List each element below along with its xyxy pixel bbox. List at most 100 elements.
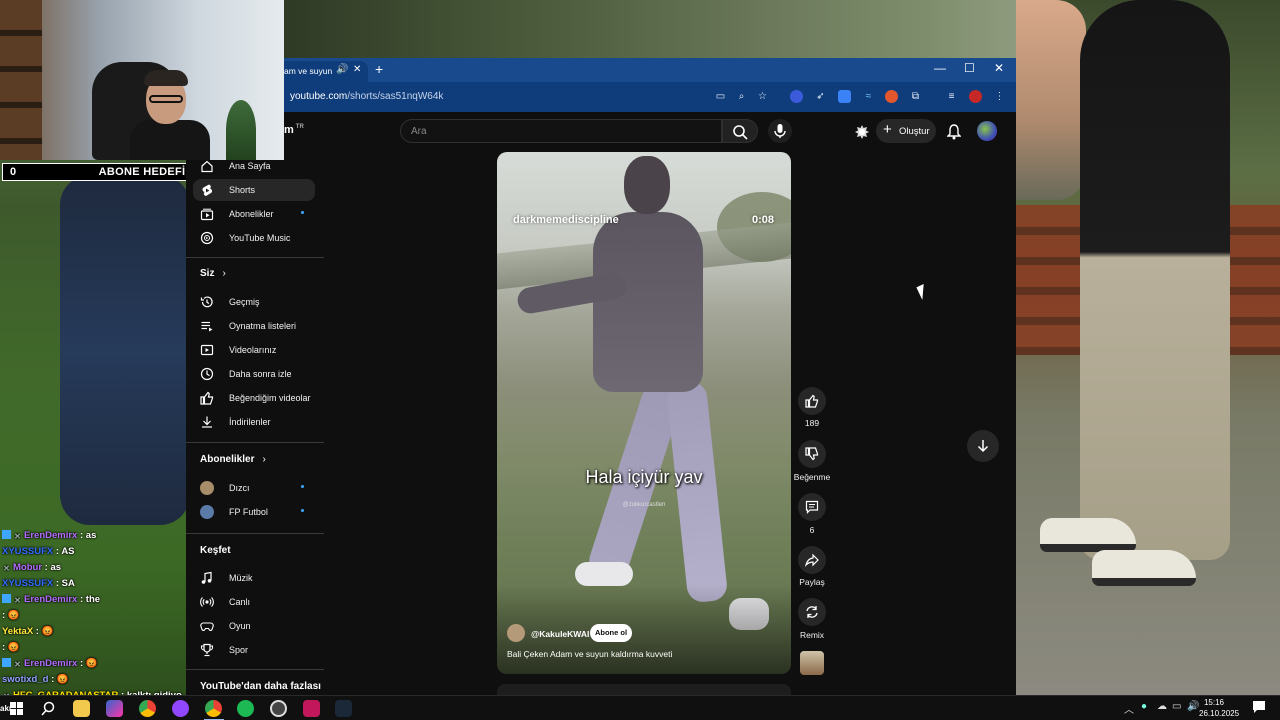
streamer-hair xyxy=(144,70,188,86)
new-content-dot xyxy=(301,211,304,214)
chat-username[interactable]: Mobur xyxy=(13,562,42,573)
author-avatar[interactable] xyxy=(507,624,525,642)
chrome-active-icon[interactable] xyxy=(205,700,222,717)
cast-icon[interactable]: ▭ xyxy=(714,90,727,103)
chat-username[interactable]: ErenDemirx xyxy=(24,530,77,541)
author-name[interactable]: @KakuleKWAI xyxy=(531,629,589,639)
bell-icon[interactable] xyxy=(947,124,961,140)
subscribe-button[interactable]: Abone ol xyxy=(590,624,632,642)
url-field[interactable]: youtube.com/shorts/sas51nqW64k xyxy=(290,91,443,102)
next-short-button[interactable] xyxy=(967,430,999,462)
sidebar-item-channel-0[interactable]: Dızcı xyxy=(193,477,315,499)
tray-app-icon[interactable]: ● xyxy=(1141,701,1147,712)
spotify-icon[interactable] xyxy=(237,700,254,717)
share-button[interactable] xyxy=(798,546,826,574)
clock-date: 26.10.2025 xyxy=(1199,709,1240,718)
chat-text: 😡 xyxy=(7,610,20,621)
steam-icon[interactable] xyxy=(335,700,352,717)
comment-count: 6 xyxy=(809,525,815,535)
sidebar-item-history[interactable]: Geçmiş xyxy=(193,291,315,313)
sidebar-item-music[interactable]: YouTube Music xyxy=(193,227,315,249)
search-icon[interactable] xyxy=(40,700,57,717)
sidebar-item-label: Müzik xyxy=(229,573,253,583)
network-icon[interactable]: ▭ xyxy=(1172,701,1181,712)
search-button[interactable] xyxy=(722,119,758,143)
close-window-button[interactable]: ✕ xyxy=(994,61,1004,75)
voice-search-button[interactable] xyxy=(768,119,792,143)
comment-icon xyxy=(805,500,819,514)
sidebar-item-subscriptions[interactable]: Abonelikler xyxy=(193,203,315,225)
speaker-icon[interactable]: 🔊 xyxy=(336,64,348,75)
extension-wave-icon[interactable]: ≈ xyxy=(862,90,875,103)
maximize-button[interactable]: ☐ xyxy=(964,61,975,75)
volume-icon[interactable]: 🔊 xyxy=(1187,701,1199,712)
file-explorer-icon[interactable] xyxy=(73,700,90,717)
sidebar-item-gaming[interactable]: Oyun xyxy=(193,615,315,637)
sidebar-item-trophy[interactable]: Spor xyxy=(193,639,315,661)
gear-icon[interactable] xyxy=(855,125,869,139)
chat-username[interactable]: swotixd_d xyxy=(2,674,48,685)
bookmark-star-icon[interactable]: ☆ xyxy=(756,90,769,103)
sidebar-item-thumbs-up[interactable]: Beğendiğim videolar xyxy=(193,387,315,409)
chat-username[interactable]: ErenDemirx xyxy=(24,658,77,669)
obs-icon[interactable] xyxy=(270,700,287,717)
sidebar-item-shorts[interactable]: Shorts xyxy=(193,179,315,201)
shelf xyxy=(0,0,42,160)
tab-active[interactable]: am ve suyun 🔊 ✕ xyxy=(284,61,368,82)
new-tab-button[interactable]: + xyxy=(375,61,383,77)
app-icon[interactable] xyxy=(106,700,123,717)
sidebar-item-playlist[interactable]: Oynatma listeleri xyxy=(193,315,315,337)
sidebar-item-label: Shorts xyxy=(229,185,256,195)
next-short-preview[interactable] xyxy=(497,684,791,695)
app-x-icon[interactable] xyxy=(303,700,320,717)
system-clock[interactable]: 15:16 26.10.2025 xyxy=(1199,697,1240,719)
dislike-button[interactable] xyxy=(798,440,826,468)
like-button[interactable] xyxy=(798,387,826,415)
section-heading-subscriptions[interactable]: Abonelikler › xyxy=(200,454,266,465)
comments-button[interactable] xyxy=(798,493,826,521)
account-avatar[interactable] xyxy=(977,121,997,141)
sidebar-item-channel-1[interactable]: FP Futbol xyxy=(193,501,315,523)
remix-button[interactable] xyxy=(798,598,826,626)
extension-arrow-icon[interactable]: ➶ xyxy=(814,90,827,103)
chat-username[interactable]: ErenDemirx xyxy=(24,594,77,605)
shorts-player[interactable]: darkmemediscipline 0:08 Hala içiyür yav … xyxy=(497,152,791,674)
extensions-puzzle-icon[interactable]: ⧉ xyxy=(909,90,922,103)
chat-username[interactable]: YektaX xyxy=(2,626,33,637)
section-heading-more[interactable]: YouTube'dan daha fazlası xyxy=(200,681,321,692)
chat-username[interactable]: XYUSSUFX xyxy=(2,578,53,589)
notifications-icon[interactable] xyxy=(1252,700,1266,714)
sidebar-item-your-videos[interactable]: Videolarınız xyxy=(193,339,315,361)
sidebar-item-download[interactable]: İndirilenler xyxy=(193,411,315,433)
chat-username[interactable]: XYUSSUFX xyxy=(2,546,53,557)
tab-close-icon[interactable]: ✕ xyxy=(353,64,361,75)
section-heading-you[interactable]: Siz › xyxy=(200,268,226,279)
extension-shield-icon[interactable] xyxy=(790,90,803,103)
create-button[interactable]: + Oluştur xyxy=(876,119,936,143)
tray-cloud-icon[interactable]: ☁ xyxy=(1157,701,1167,712)
sidebar-item-music-note[interactable]: Müzik xyxy=(193,567,315,589)
video-figure-shoe xyxy=(575,562,633,586)
tray-chevron-icon[interactable]: ︿ xyxy=(1124,701,1134,716)
sidebar-item-home[interactable]: Ana Sayfa xyxy=(193,155,315,177)
sidebar-item-live[interactable]: Canlı xyxy=(193,591,315,613)
sidebar-item-label: Videolarınız xyxy=(229,345,277,355)
address-bar[interactable]: youtube.com/shorts/sas51nqW64k ▭ ⌕ ☆ ➶ ≈… xyxy=(284,82,1016,112)
search-input[interactable]: Ara xyxy=(400,119,722,143)
discord-icon[interactable] xyxy=(172,700,189,717)
sound-thumbnail[interactable] xyxy=(800,651,824,675)
media-queue-icon[interactable]: ≡ xyxy=(945,90,958,103)
browser-menu-icon[interactable]: ⋮ xyxy=(993,90,1006,103)
search-icon xyxy=(733,125,748,140)
short-title[interactable]: Bali Çeken Adam ve suyun kaldırma kuvvet… xyxy=(507,649,672,659)
verified-badge-icon xyxy=(2,658,11,667)
chat-message: ✕ ErenDemirx : 😡 xyxy=(2,656,192,672)
minimize-button[interactable]: — xyxy=(934,61,946,75)
extension-red-icon[interactable] xyxy=(885,90,898,103)
chrome-icon[interactable] xyxy=(139,700,156,717)
section-heading-explore[interactable]: Keşfet xyxy=(200,545,231,556)
profile-avatar-icon[interactable] xyxy=(969,90,982,103)
sidebar-item-clock[interactable]: Daha sonra izle xyxy=(193,363,315,385)
extension-translate-icon[interactable] xyxy=(838,90,851,103)
zoom-icon[interactable]: ⌕ xyxy=(735,90,748,103)
